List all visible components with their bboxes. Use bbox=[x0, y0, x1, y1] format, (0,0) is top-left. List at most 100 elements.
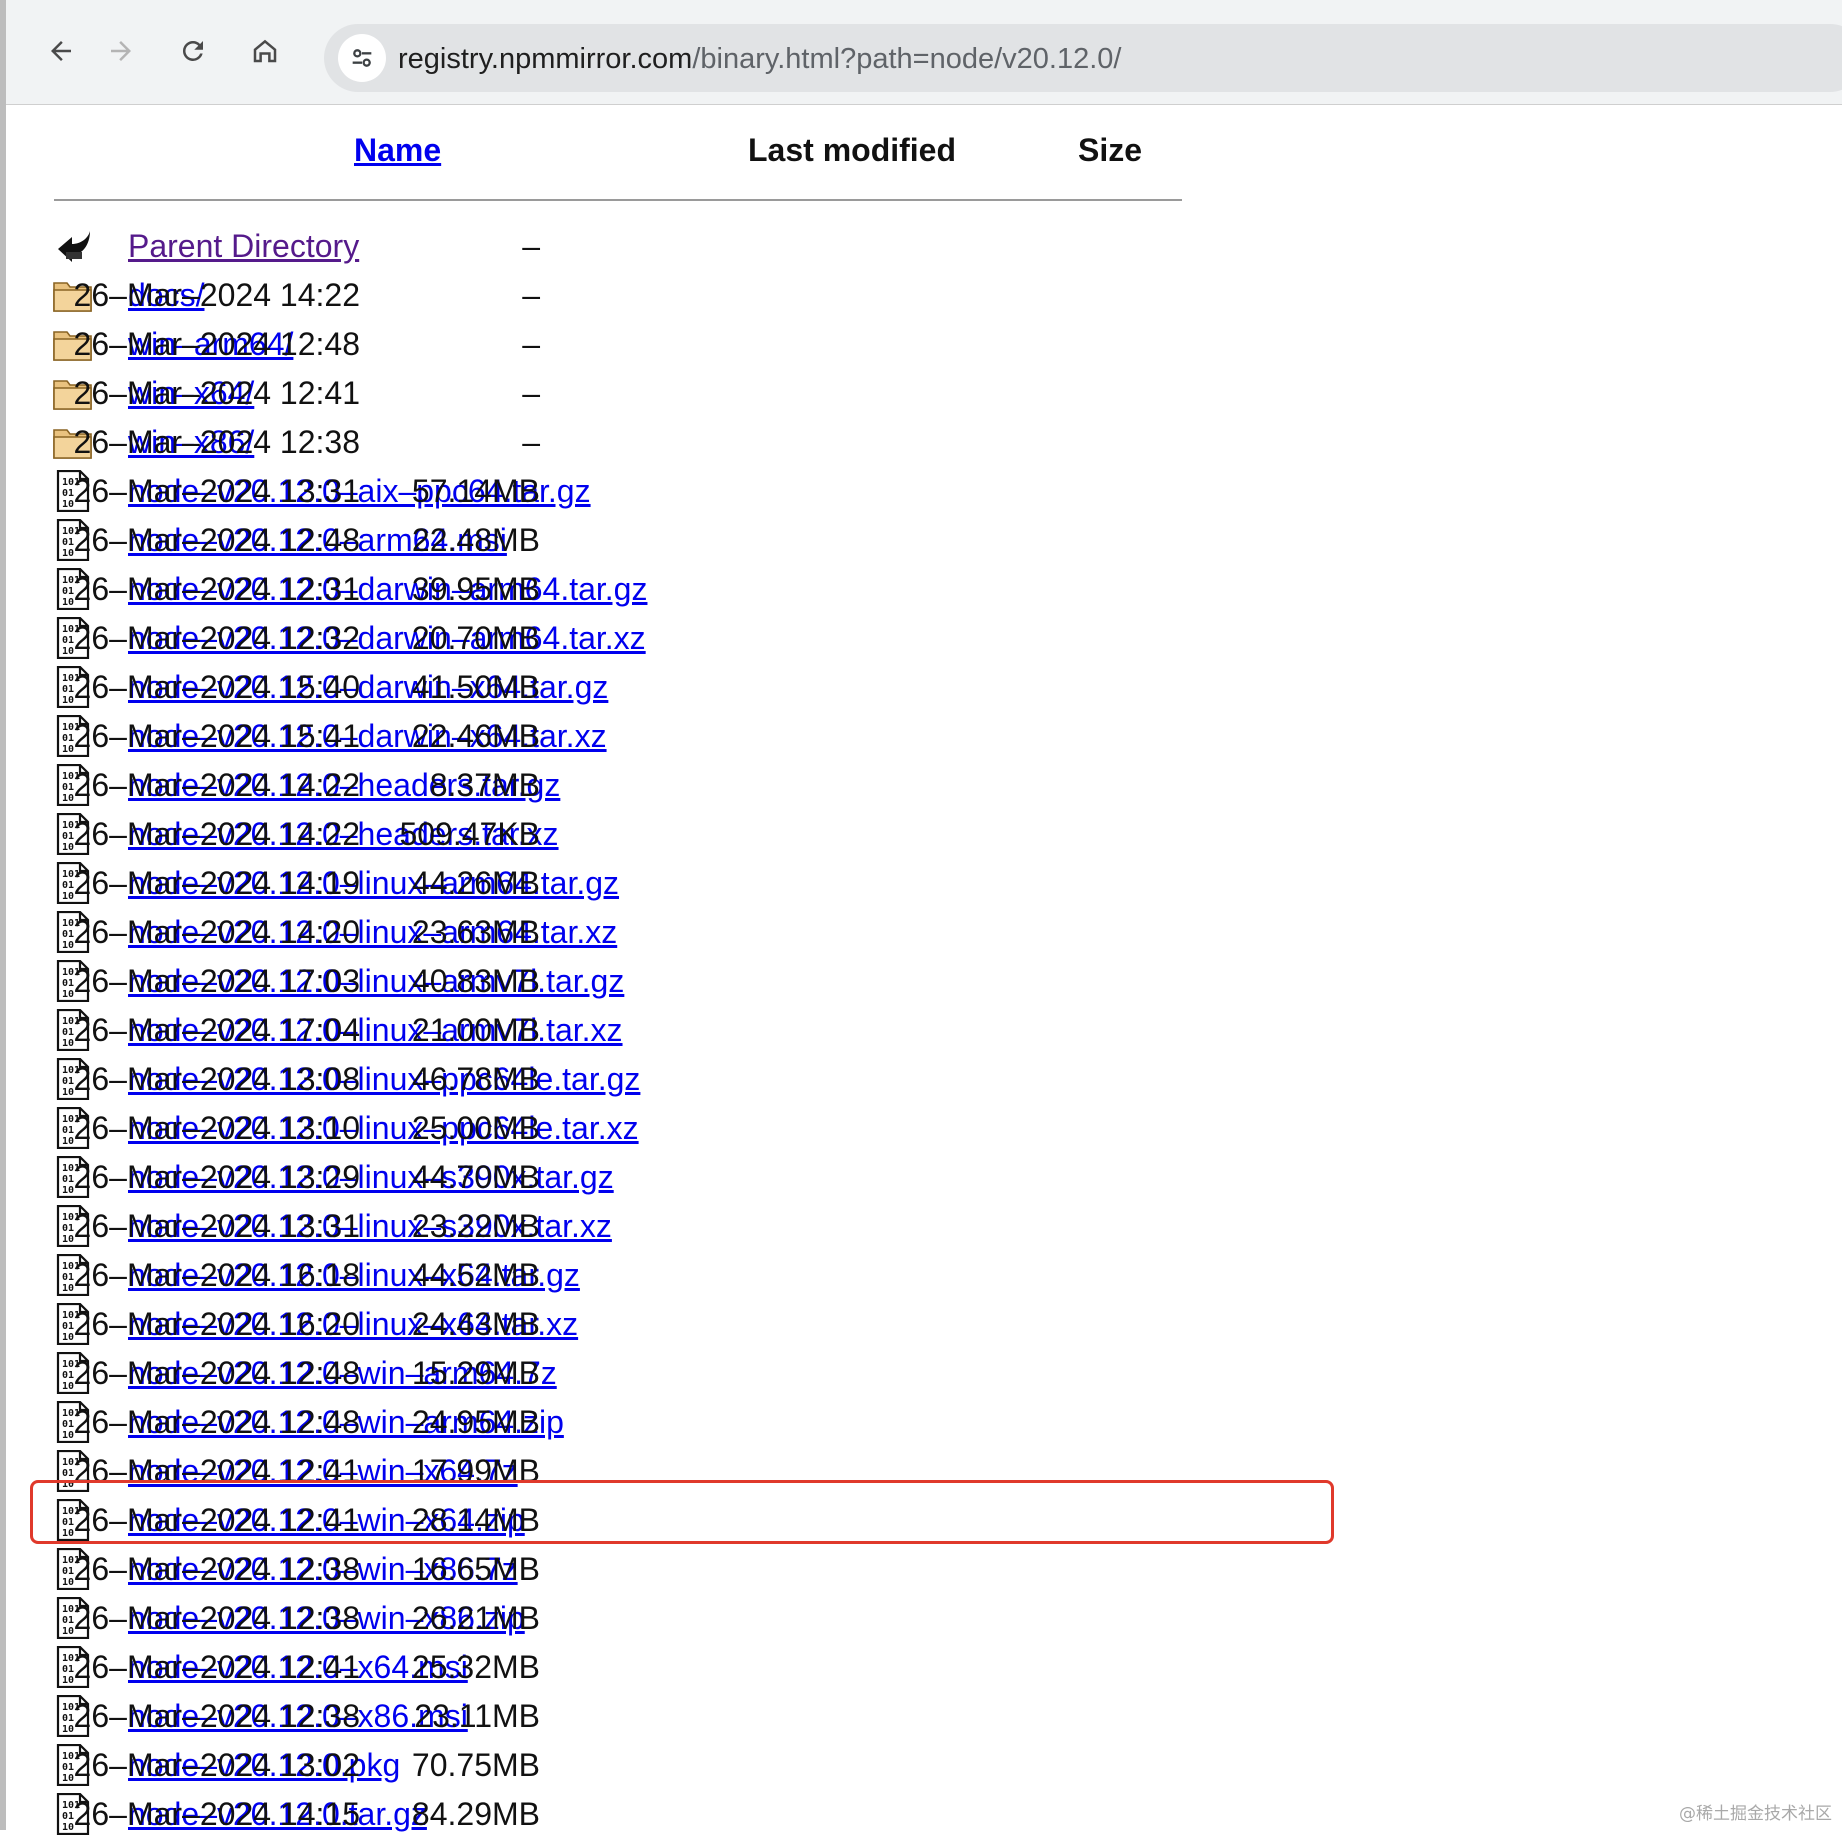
table-row: 101 01 10 node–v20.12.0–win–x64.7z 26–Mar–20… bbox=[0, 1446, 1200, 1495]
svg-text:10: 10 bbox=[62, 1185, 74, 1196]
svg-text:10: 10 bbox=[62, 646, 74, 657]
watermark: @稀土掘金技术社区 bbox=[1679, 1804, 1832, 1824]
size-cell: 57.14MB bbox=[411, 473, 540, 509]
size-cell: 23.11MB bbox=[414, 1698, 540, 1734]
svg-text:01: 01 bbox=[62, 488, 74, 499]
table-row: 101 01 10 node–v20.12.0–win–x86.zip 26–Mar–2… bbox=[0, 1593, 1200, 1642]
svg-text:01: 01 bbox=[62, 1272, 74, 1283]
svg-text:10: 10 bbox=[62, 744, 74, 755]
home-icon bbox=[253, 39, 277, 63]
last-modified-cell: 26–Mar–2024 13:31 bbox=[73, 1208, 360, 1244]
table-row: 101 01 10 node–v20.12.0–linux–arm64.tar.xz 2… bbox=[0, 907, 1200, 956]
size-cell: 23.22MB bbox=[411, 1208, 540, 1244]
size-cell: – bbox=[522, 228, 540, 264]
last-modified-cell: 26–Mar–2024 14:19 bbox=[73, 865, 360, 901]
svg-text:10: 10 bbox=[62, 891, 74, 902]
last-modified-cell: 26–Mar–2024 15:40 bbox=[73, 669, 360, 705]
svg-text:10: 10 bbox=[62, 1283, 74, 1294]
table-row: 101 01 10 node–v20.12.0–win–arm64.7z 26–Mar–… bbox=[0, 1348, 1200, 1397]
svg-text:10: 10 bbox=[62, 1234, 74, 1245]
last-modified-cell: 26–Mar–2024 12:48 bbox=[73, 1355, 360, 1391]
table-row: win–x86/26–Mar–2024 12:38– bbox=[0, 417, 1200, 466]
svg-text:01: 01 bbox=[62, 831, 74, 842]
size-cell: 21.00MB bbox=[411, 1012, 540, 1048]
table-row: 101 01 10 node–v20.12.0–linux–armv7l.tar.gz… bbox=[0, 956, 1200, 1005]
size-cell: 16.65MB bbox=[411, 1551, 540, 1587]
svg-text:10: 10 bbox=[62, 1577, 74, 1588]
svg-text:01: 01 bbox=[62, 880, 74, 891]
table-header: Name Last modified Size bbox=[0, 132, 1200, 182]
back-button[interactable] bbox=[36, 26, 86, 76]
last-modified-cell: 26–Mar–2024 14:15 bbox=[73, 1796, 360, 1832]
size-cell: 39.95MB bbox=[411, 571, 540, 607]
svg-text:10: 10 bbox=[62, 940, 74, 951]
svg-text:10: 10 bbox=[62, 548, 74, 559]
size-cell: – bbox=[522, 326, 540, 362]
last-modified-cell: 26–Mar–2024 12:48 bbox=[73, 522, 360, 558]
svg-text:01: 01 bbox=[62, 1223, 74, 1234]
table-row: 101 01 10 node–v20.12.0.tar.gz 26–Mar–2024 1… bbox=[0, 1789, 1200, 1838]
svg-text:10: 10 bbox=[62, 1822, 74, 1833]
size-cell: 40.83MB bbox=[411, 963, 540, 999]
svg-text:10: 10 bbox=[62, 597, 74, 608]
svg-text:01: 01 bbox=[62, 978, 74, 989]
table-row: 101 01 10 node–v20.12.0–linux–s390x.tar.gz 2… bbox=[0, 1152, 1200, 1201]
svg-text:01: 01 bbox=[62, 733, 74, 744]
last-modified-cell: 26–Mar–2024 13:29 bbox=[73, 1159, 360, 1195]
forward-button[interactable] bbox=[96, 26, 146, 76]
svg-text:01: 01 bbox=[62, 1713, 74, 1724]
size-cell: 44.26MB bbox=[411, 865, 540, 901]
url-domain: registry.npmmirror.com bbox=[398, 43, 693, 75]
size-cell: 44.70MB bbox=[411, 1159, 540, 1195]
name-column-header[interactable]: Name bbox=[354, 132, 441, 169]
size-cell: 84.29MB bbox=[411, 1796, 540, 1832]
table-row: 101 01 10 node–v20.12.0–win–x86.7z 26–Mar–20… bbox=[0, 1544, 1200, 1593]
last-modified-cell: 26–Mar–2024 16:20 bbox=[73, 1306, 360, 1342]
svg-text:10: 10 bbox=[62, 1528, 74, 1539]
site-info-button[interactable] bbox=[338, 34, 386, 82]
address-bar[interactable]: registry.npmmirror.com/binary.html?path=… bbox=[324, 24, 1842, 92]
size-cell: – bbox=[522, 424, 540, 460]
table-row-highlighted: 101 01 10 node–v20.12.0–win–x64.zip 26–Mar–2… bbox=[0, 1495, 1200, 1544]
table-row: 101 01 10 node–v20.12.0–linux–arm64.tar.gz 2… bbox=[0, 858, 1200, 907]
size-cell: 25.32MB bbox=[411, 1649, 540, 1685]
size-cell: 17.99MB bbox=[411, 1453, 540, 1489]
last-modified-cell: 26–Mar–2024 12:41 bbox=[73, 375, 360, 411]
size-cell: 509.47KB bbox=[399, 816, 540, 852]
size-cell: 24.43MB bbox=[411, 1306, 540, 1342]
last-modified-cell: 26–Mar–2024 12:38 bbox=[73, 424, 360, 460]
size-cell: 70.75MB bbox=[411, 1747, 540, 1783]
size-cell: 15.29MB bbox=[411, 1355, 540, 1391]
svg-text:10: 10 bbox=[62, 1381, 74, 1392]
size-cell: 25.00MB bbox=[411, 1110, 540, 1146]
svg-text:10: 10 bbox=[62, 1430, 74, 1441]
url-text[interactable]: registry.npmmirror.com/binary.html?path=… bbox=[398, 42, 1121, 76]
size-cell: – bbox=[522, 375, 540, 411]
table-row: docs/26–Mar–2024 14:22– bbox=[0, 270, 1200, 319]
svg-text:01: 01 bbox=[62, 1419, 74, 1430]
reload-icon bbox=[182, 40, 203, 61]
browser-toolbar: registry.npmmirror.com/binary.html?path=… bbox=[6, 0, 1842, 105]
table-row: 101 01 10 node–v20.12.0–darwin–arm64.tar.xz… bbox=[0, 613, 1200, 662]
home-button[interactable] bbox=[240, 26, 290, 76]
svg-text:01: 01 bbox=[62, 1076, 74, 1087]
forward-arrow-icon bbox=[111, 41, 131, 61]
svg-text:01: 01 bbox=[62, 1762, 74, 1773]
svg-text:10: 10 bbox=[62, 1773, 74, 1784]
svg-text:10: 10 bbox=[62, 1087, 74, 1098]
svg-text:01: 01 bbox=[62, 782, 74, 793]
file-link[interactable]: Parent Directory bbox=[128, 227, 359, 265]
reload-button[interactable] bbox=[168, 26, 218, 76]
last-modified-cell: 26–Mar–2024 17:04 bbox=[73, 1012, 360, 1048]
table-row: 101 01 10 node–v20.12.0–darwin–x64.tar.gz 26… bbox=[0, 662, 1200, 711]
svg-text:01: 01 bbox=[62, 684, 74, 695]
last-modified-cell: 26–Mar–2024 16:18 bbox=[73, 1257, 360, 1293]
tune-icon bbox=[352, 49, 372, 67]
last-modified-cell: 26–Mar–2024 12:48 bbox=[73, 1404, 360, 1440]
svg-text:10: 10 bbox=[62, 989, 74, 1000]
svg-text:01: 01 bbox=[62, 1468, 74, 1479]
last-modified-cell: 26–Mar–2024 13:10 bbox=[73, 1110, 360, 1146]
svg-text:10: 10 bbox=[62, 793, 74, 804]
size-cell: 22.48MB bbox=[411, 522, 540, 558]
last-modified-cell: 26–Mar–2024 12:48 bbox=[73, 326, 360, 362]
